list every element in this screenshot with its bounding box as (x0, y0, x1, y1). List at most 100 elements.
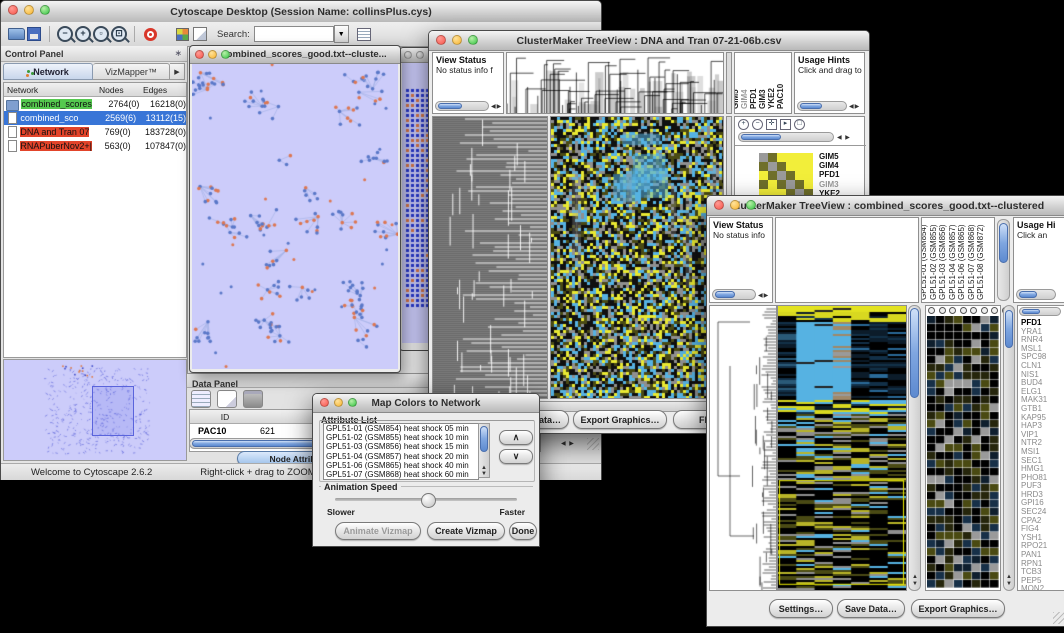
zoom-window-icon[interactable] (746, 200, 756, 210)
tv2-save-data-button[interactable]: Save Data… (837, 599, 905, 618)
dialog-titlebar[interactable]: Map Colors to Network (313, 394, 539, 413)
search-input[interactable] (254, 26, 334, 42)
tv2-resize-grip[interactable] (1053, 612, 1064, 624)
close-icon[interactable] (195, 50, 204, 59)
tv2-gene-hscroll[interactable] (1019, 307, 1061, 316)
tv2-col-label: GPL51-07 (GSM868) (967, 224, 976, 300)
tv2-export-graphics-button[interactable]: Export Graphics… (911, 599, 1005, 618)
tv1-row-dendrogram[interactable] (432, 116, 548, 399)
zoom-in-icon[interactable]: + (74, 25, 92, 43)
open-file-icon[interactable] (7, 25, 25, 43)
treeview1-titlebar[interactable]: ClusterMaker TreeView : DNA and Tran 07-… (429, 31, 869, 51)
minimize-icon[interactable] (208, 50, 217, 59)
detail-select-icon[interactable]: ▸ (780, 119, 791, 130)
tv1-status-scroll-arrows[interactable]: ◀▶ (491, 103, 502, 110)
attribute-item-0[interactable]: GPL51-01 (GSM854) heat shock 05 min (324, 424, 478, 433)
minimize-icon[interactable] (416, 51, 424, 59)
tab-network[interactable]: Network (3, 63, 93, 80)
animate-vizmap-button[interactable]: Animate Vizmap (335, 522, 421, 540)
zoom-window-icon[interactable] (221, 50, 230, 59)
move-attribute-up-button[interactable]: ∧ (499, 430, 533, 445)
tv2-status-hscroll[interactable] (712, 289, 756, 300)
birdseye-panel[interactable] (3, 359, 187, 461)
close-icon[interactable] (8, 5, 18, 15)
attribute-item-4[interactable]: GPL51-06 (GSM865) heat shock 40 min (324, 461, 478, 470)
main-titlebar[interactable]: Cytoscape Desktop (Session Name: collins… (1, 1, 601, 23)
tab-vizmapper[interactable]: VizMapper™ (93, 63, 170, 80)
tab-overflow-arrow[interactable]: ▶ (170, 63, 185, 80)
attribute-table-icon[interactable] (355, 25, 373, 43)
main-resize-grip[interactable] (587, 438, 599, 450)
detail-fit-icon[interactable]: □ (794, 119, 805, 130)
tv1-detail-hscroll[interactable] (738, 132, 834, 142)
tv1-column-dendrogram[interactable] (506, 52, 724, 114)
zoom-window-icon[interactable] (348, 398, 357, 407)
detail-pan-icon[interactable]: ✛ (766, 119, 777, 130)
select-attributes-icon[interactable] (191, 390, 211, 408)
minimize-icon[interactable] (730, 200, 740, 210)
minimize-icon[interactable] (334, 398, 343, 407)
attribute-list[interactable]: GPL51-01 (GSM854) heat shock 05 minGPL51… (323, 423, 479, 480)
search-dropdown-icon[interactable]: ▼ (334, 25, 349, 43)
attribute-item-1[interactable]: GPL51-02 (GSM855) heat shock 10 min (324, 433, 478, 442)
animation-speed-slider[interactable] (335, 498, 517, 501)
matrix-cell (768, 153, 777, 162)
birdseye-viewport-rect[interactable] (92, 386, 134, 436)
data-panel-scroll-arrows[interactable]: ◀ ▶ (561, 440, 575, 447)
tv2-heatmap[interactable] (777, 305, 907, 591)
gene-item[interactable]: MON2 (1021, 585, 1047, 591)
zoom-window-icon[interactable] (40, 5, 50, 15)
network-row-2[interactable]: DNA and Tran 07769(0)183728(0) (4, 125, 186, 139)
attribute-item-3[interactable]: GPL51-04 (GSM857) heat shock 20 min (324, 452, 478, 461)
tv2-zoom-panel[interactable] (925, 305, 1001, 591)
tv1-top-scroll-strip[interactable] (726, 52, 732, 114)
detail-zoom-in-icon[interactable]: + (738, 119, 749, 130)
tv2-gene-vscroll[interactable]: ▲▼ (1003, 305, 1015, 591)
network-row-3[interactable]: RNAPuberNov2+|563(0)107847(0) (4, 139, 186, 153)
tv2-hints-hscroll[interactable] (1016, 289, 1056, 300)
network-row-0[interactable]: combined_scores2764(0)16218(0) (4, 97, 186, 111)
tv1-heatmap[interactable] (550, 116, 724, 399)
attribute-item-2[interactable]: GPL51-03 (GSM856) heat shock 15 min (324, 442, 478, 451)
tv1-hints-hscroll[interactable] (797, 101, 847, 111)
tv2-settings-button[interactable]: Settings… (769, 599, 833, 618)
tv2-row-dendrogram[interactable] (709, 305, 777, 591)
tv1-detail-scroll-arrows[interactable]: ◀ ▶ (837, 134, 851, 141)
close-icon[interactable] (714, 200, 724, 210)
gene-list[interactable]: PFD1YRA1RNR4MSL1SPC98CLN1NIS1BUD4ELG1MAK… (1021, 319, 1047, 591)
network-window-titlebar[interactable]: combined_scores_good.txt--cluste... (190, 46, 400, 64)
new-attribute-icon[interactable] (217, 390, 237, 408)
detail-zoom-out-icon[interactable]: − (752, 119, 763, 130)
tv2-status-scroll-arrows[interactable]: ◀▶ (758, 292, 769, 299)
close-icon[interactable] (320, 398, 329, 407)
attribute-item-5[interactable]: GPL51-07 (GSM868) heat shock 60 min (324, 470, 478, 479)
minimize-icon[interactable] (452, 35, 462, 45)
zoom-out-icon[interactable]: − (56, 25, 74, 43)
attribute-list-vscroll[interactable]: ▲▼ (478, 423, 490, 478)
tv2-heat-vscroll[interactable]: ▲▼ (908, 305, 921, 591)
save-icon[interactable] (25, 25, 43, 43)
network-canvas[interactable] (192, 64, 398, 369)
annotation-icon[interactable] (191, 25, 209, 43)
zoom-window-icon[interactable] (468, 35, 478, 45)
vizmapper-icon[interactable] (173, 25, 191, 43)
close-icon[interactable] (404, 51, 412, 59)
slider-thumb[interactable] (421, 493, 436, 508)
tv1-status-hscroll[interactable] (435, 101, 489, 111)
network-row-1[interactable]: combined_sco2569(6)13112(15) (4, 111, 186, 125)
zoom-fit-icon[interactable]: ⊡ (110, 25, 128, 43)
zoom-selected-icon[interactable]: ▫ (92, 25, 110, 43)
help-icon[interactable] (141, 25, 159, 43)
tv1-export-graphics-button[interactable]: Export Graphics… (573, 410, 667, 429)
done-button[interactable]: Done (509, 522, 537, 540)
close-icon[interactable] (436, 35, 446, 45)
delete-attribute-icon[interactable] (243, 390, 263, 408)
create-vizmap-button[interactable]: Create Vizmap (427, 522, 505, 540)
minimize-icon[interactable] (24, 5, 34, 15)
tv2-column-dendrogram[interactable] (775, 217, 919, 303)
move-attribute-down-button[interactable]: ∨ (499, 449, 533, 464)
tv2-top-vscroll[interactable] (997, 219, 1010, 301)
treeview2-titlebar[interactable]: ClusterMaker TreeView : combined_scores_… (707, 196, 1064, 216)
tv1-hints-scroll-arrows[interactable]: ◀▶ (849, 103, 860, 110)
control-panel-float-icon[interactable]: ∗ (174, 48, 187, 59)
